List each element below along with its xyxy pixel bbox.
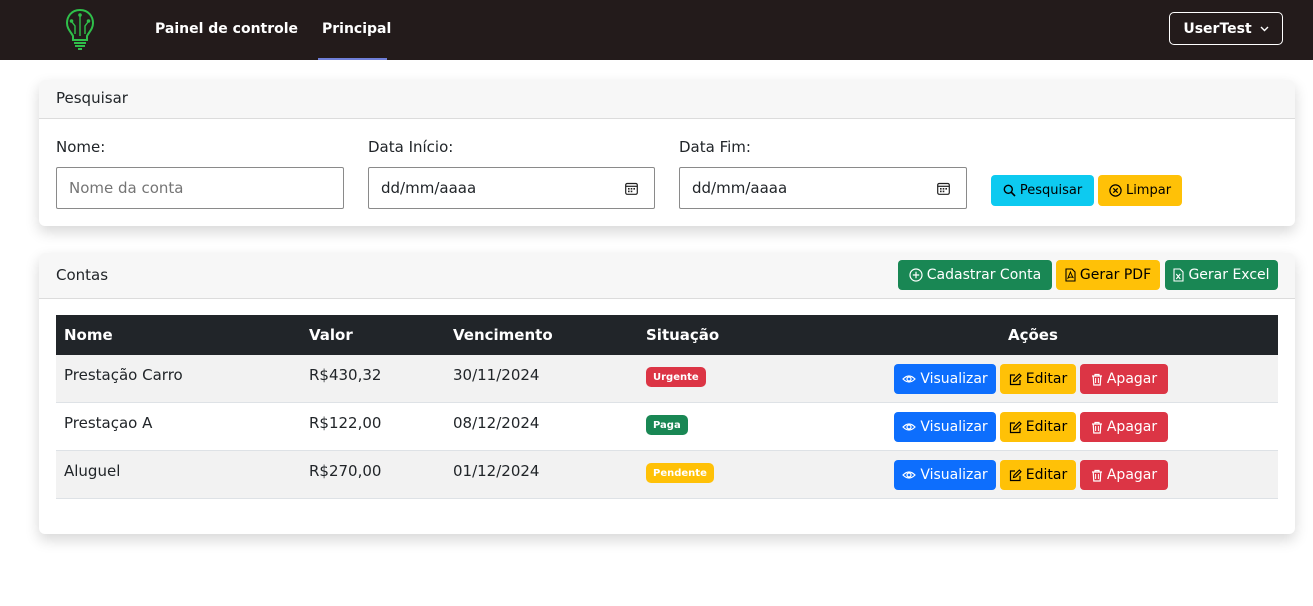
start-date-value: dd/mm/aaaa — [381, 179, 477, 197]
delete-button[interactable]: Apagar — [1080, 412, 1168, 442]
view-button-label: Visualizar — [920, 467, 988, 483]
plus-circle-icon — [909, 268, 923, 282]
delete-button-label: Apagar — [1106, 371, 1158, 387]
top-navbar: Painel de controle Principal UserTest — [0, 0, 1313, 60]
end-date-value: dd/mm/aaaa — [692, 179, 788, 197]
active-nav-indicator — [318, 58, 387, 60]
account-due-date: 01/12/2024 — [453, 462, 540, 480]
view-button[interactable]: Visualizar — [894, 460, 996, 490]
nav-link-principal[interactable]: Principal — [322, 20, 391, 38]
user-menu-label: UserTest — [1183, 20, 1252, 37]
delete-button-label: Apagar — [1106, 467, 1158, 483]
accounts-card: Contas Cadastrar Conta Gerar PDF Gerar E… — [39, 253, 1295, 534]
eye-icon — [902, 423, 917, 431]
account-due-date: 30/11/2024 — [453, 366, 540, 384]
delete-button[interactable]: Apagar — [1080, 460, 1168, 490]
column-header-acoes: Ações — [1008, 326, 1058, 344]
name-search-input[interactable]: Nome da conta — [56, 167, 344, 209]
edit-button[interactable]: Editar — [1000, 460, 1076, 490]
user-menu-button[interactable]: UserTest — [1169, 12, 1283, 45]
file-excel-icon — [1173, 268, 1185, 282]
create-account-button[interactable]: Cadastrar Conta — [898, 260, 1052, 290]
status-badge: Pendente — [646, 463, 714, 483]
status-badge: Urgente — [646, 367, 706, 387]
search-card: Pesquisar Nome: Nome da conta Data Iníci… — [39, 80, 1295, 226]
delete-button-label: Apagar — [1106, 419, 1158, 435]
search-card-title: Pesquisar — [56, 89, 128, 107]
view-button-label: Visualizar — [920, 419, 988, 435]
account-name: Prestaçao A — [64, 414, 153, 432]
status-badge: Paga — [646, 415, 688, 435]
account-name: Aluguel — [64, 462, 121, 480]
lightbulb-logo-icon[interactable] — [62, 4, 98, 52]
start-date-input[interactable]: dd/mm/aaaa — [368, 167, 655, 209]
search-button[interactable]: Pesquisar — [991, 175, 1094, 206]
pencil-square-icon — [1009, 468, 1022, 481]
account-value: R$270,00 — [309, 462, 382, 480]
pencil-square-icon — [1009, 420, 1022, 433]
account-due-date: 08/12/2024 — [453, 414, 540, 432]
table-row: Prestaçao A R$122,00 08/12/2024 Paga Vis… — [56, 403, 1278, 451]
eye-icon — [902, 375, 917, 383]
x-circle-icon — [1109, 184, 1122, 197]
column-header-situacao: Situação — [646, 326, 720, 344]
trash-icon — [1091, 469, 1102, 482]
generate-pdf-label: Gerar PDF — [1079, 267, 1152, 283]
account-value: R$430,32 — [309, 366, 382, 384]
view-button-label: Visualizar — [920, 371, 988, 387]
create-account-label: Cadastrar Conta — [926, 267, 1042, 283]
table-row: Prestação Carro R$430,32 30/11/2024 Urge… — [56, 355, 1278, 403]
edit-button[interactable]: Editar — [1000, 364, 1076, 394]
edit-button-label: Editar — [1025, 419, 1068, 435]
file-pdf-icon — [1065, 268, 1076, 282]
column-header-nome: Nome — [64, 326, 113, 344]
edit-button-label: Editar — [1025, 467, 1068, 483]
pencil-square-icon — [1009, 372, 1022, 385]
calendar-icon[interactable] — [625, 182, 638, 195]
search-card-header: Pesquisar — [39, 80, 1295, 119]
calendar-icon[interactable] — [937, 182, 950, 195]
generate-excel-label: Gerar Excel — [1188, 267, 1270, 283]
clear-button[interactable]: Limpar — [1098, 175, 1182, 206]
search-button-label: Pesquisar — [1019, 183, 1083, 198]
column-header-vencimento: Vencimento — [453, 326, 553, 344]
edit-button[interactable]: Editar — [1000, 412, 1076, 442]
table-header: Nome Valor Vencimento Situação Ações — [56, 315, 1278, 355]
nav-link-painel[interactable]: Painel de controle — [155, 20, 298, 38]
account-value: R$122,00 — [309, 414, 382, 432]
end-date-label: Data Fim: — [679, 138, 751, 156]
name-input-placeholder: Nome da conta — [69, 179, 184, 197]
end-date-input[interactable]: dd/mm/aaaa — [679, 167, 967, 209]
view-button[interactable]: Visualizar — [894, 364, 996, 394]
chevron-down-icon — [1260, 26, 1269, 31]
account-name: Prestação Carro — [64, 366, 183, 384]
search-icon — [1003, 184, 1016, 197]
accounts-card-title: Contas — [56, 266, 109, 284]
name-field-label: Nome: — [56, 138, 106, 156]
table-row: Aluguel R$270,00 01/12/2024 Pendente Vis… — [56, 451, 1278, 499]
column-header-valor: Valor — [309, 326, 353, 344]
trash-icon — [1091, 373, 1102, 386]
edit-button-label: Editar — [1025, 371, 1068, 387]
clear-button-label: Limpar — [1125, 183, 1172, 198]
generate-excel-button[interactable]: Gerar Excel — [1165, 260, 1278, 290]
eye-icon — [902, 471, 917, 479]
view-button[interactable]: Visualizar — [894, 412, 996, 442]
start-date-label: Data Início: — [368, 138, 454, 156]
trash-icon — [1091, 421, 1102, 434]
generate-pdf-button[interactable]: Gerar PDF — [1056, 260, 1160, 290]
delete-button[interactable]: Apagar — [1080, 364, 1168, 394]
